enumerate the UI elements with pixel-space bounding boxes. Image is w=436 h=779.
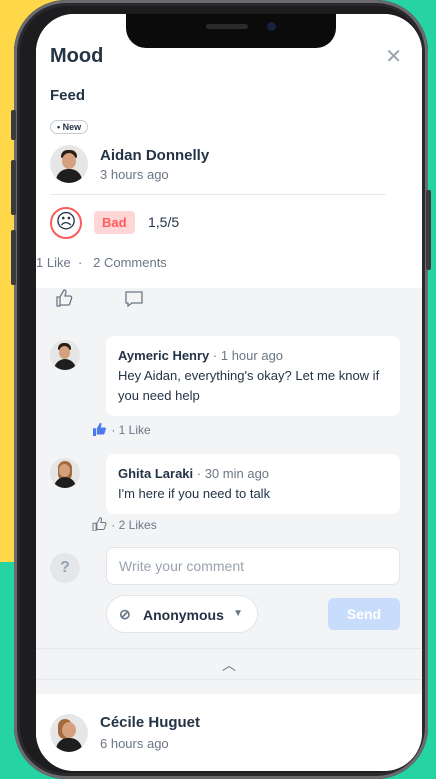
- post-stats: 1 Like · 2 Comments: [36, 255, 167, 270]
- post-time: 6 hours ago: [100, 736, 169, 751]
- camera-icon: [267, 22, 276, 31]
- thumbs-up-icon: [56, 289, 73, 307]
- send-button[interactable]: Send: [328, 598, 400, 630]
- mood-label-badge: Bad: [94, 211, 135, 234]
- phone-frame: Mood ✕ Feed • New Aidan Donnelly 3 hours…: [11, 0, 431, 779]
- comment-input[interactable]: [106, 547, 400, 585]
- speech-bubble-icon: [125, 291, 143, 308]
- feed-heading: Feed: [50, 87, 86, 104]
- close-icon[interactable]: ✕: [385, 44, 402, 69]
- phone-volume-up: [11, 160, 16, 215]
- comment-text: I'm here if you need to talk: [118, 486, 271, 501]
- post-card: [36, 694, 422, 771]
- help-icon[interactable]: ?: [50, 553, 80, 583]
- visibility-select[interactable]: ⊘ Anonymous ▼: [106, 595, 258, 633]
- phone-power-button: [426, 190, 431, 270]
- collapse-button[interactable]: ︿: [36, 648, 422, 680]
- comment-author[interactable]: Ghita Laraki: [118, 466, 193, 481]
- post-author[interactable]: Cécile Huguet: [100, 714, 200, 731]
- separator: ·: [74, 255, 94, 270]
- comment-author[interactable]: Aymeric Henry: [118, 348, 209, 363]
- speaker-grille: [206, 24, 248, 29]
- avatar[interactable]: [50, 714, 88, 752]
- phone-screen: Mood ✕ Feed • New Aidan Donnelly 3 hours…: [36, 14, 422, 771]
- comment-bubble: Ghita Laraki · 30 min ago I'm here if yo…: [106, 454, 400, 514]
- phone-mute-switch: [11, 110, 16, 140]
- comment-likes-count: · 2 Likes: [111, 518, 157, 532]
- comment-text: Hey Aidan, everything's okay? Let me kno…: [118, 368, 380, 403]
- post-author[interactable]: Aidan Donnelly: [100, 147, 209, 164]
- comment-likes: · 1 Like: [92, 422, 151, 437]
- visibility-value: Anonymous: [143, 607, 224, 623]
- phone-volume-down: [11, 230, 16, 285]
- avatar[interactable]: [50, 458, 80, 488]
- sad-face-icon: ☹: [50, 207, 82, 239]
- new-badge: • New: [50, 120, 89, 134]
- comment-bubble: Aymeric Henry · 1 hour ago Hey Aidan, ev…: [106, 336, 400, 416]
- phone-notch: [126, 14, 336, 48]
- comment-button[interactable]: [124, 289, 144, 314]
- eye-slash-icon: ⊘: [119, 606, 131, 622]
- chevron-down-icon: ▼: [233, 608, 243, 619]
- thumbs-up-filled-icon[interactable]: [92, 422, 108, 436]
- comment-time: · 1 hour ago: [212, 348, 284, 363]
- likes-count[interactable]: 1 Like: [36, 255, 71, 270]
- avatar[interactable]: [50, 145, 88, 183]
- mood-score: 1,5/5: [148, 214, 180, 230]
- avatar[interactable]: [50, 340, 80, 370]
- comment-likes: · 2 Likes: [92, 517, 157, 532]
- comment-likes-count: · 1 Like: [111, 423, 151, 437]
- thumbs-up-icon[interactable]: [92, 517, 108, 532]
- comment-time: · 30 min ago: [196, 466, 270, 481]
- divider: [50, 194, 386, 195]
- post-time: 3 hours ago: [100, 167, 169, 182]
- comments-count[interactable]: 2 Comments: [93, 255, 167, 270]
- like-button[interactable]: [54, 288, 74, 313]
- modal-title: Mood: [50, 45, 104, 67]
- chevron-up-icon: ︿: [222, 657, 236, 673]
